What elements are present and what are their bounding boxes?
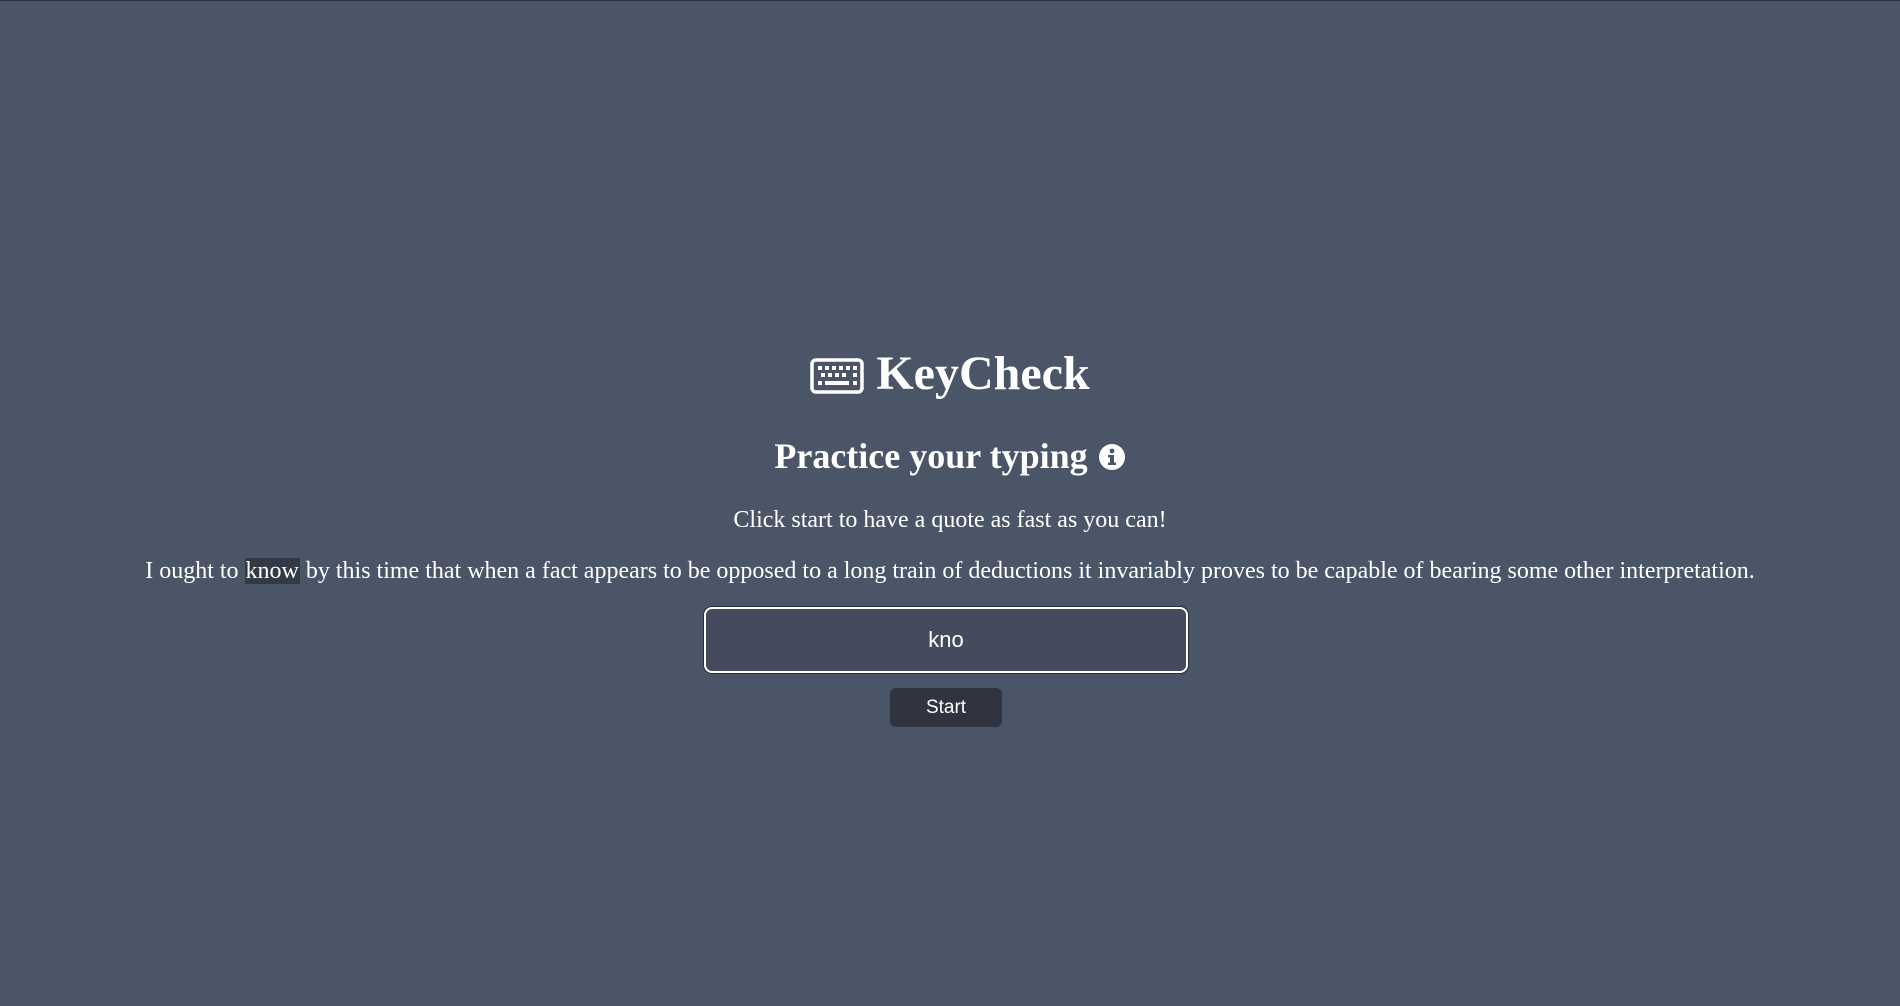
quote-current-word: know <box>244 558 300 584</box>
title-row: KeyCheck <box>0 344 1900 404</box>
typing-input[interactable] <box>704 607 1188 673</box>
subtitle: Practice your typing <box>774 436 1088 476</box>
quote-text: I ought to know by this time that when a… <box>0 556 1900 586</box>
app-container: KeyCheck Practice your typing Click star… <box>0 1 1900 1006</box>
quote-text-before: I ought to <box>145 558 245 584</box>
start-button[interactable]: Start <box>890 688 1002 727</box>
instructions-text: Click start to have a quote as fast as y… <box>733 507 1167 533</box>
info-circle-icon[interactable] <box>1098 443 1126 471</box>
app-title: KeyCheck <box>876 347 1090 400</box>
quote-text-after: by this time that when a fact appears to… <box>299 558 1755 584</box>
keyboard-icon <box>810 358 865 394</box>
subtitle-row: Practice your typing <box>0 431 1900 481</box>
